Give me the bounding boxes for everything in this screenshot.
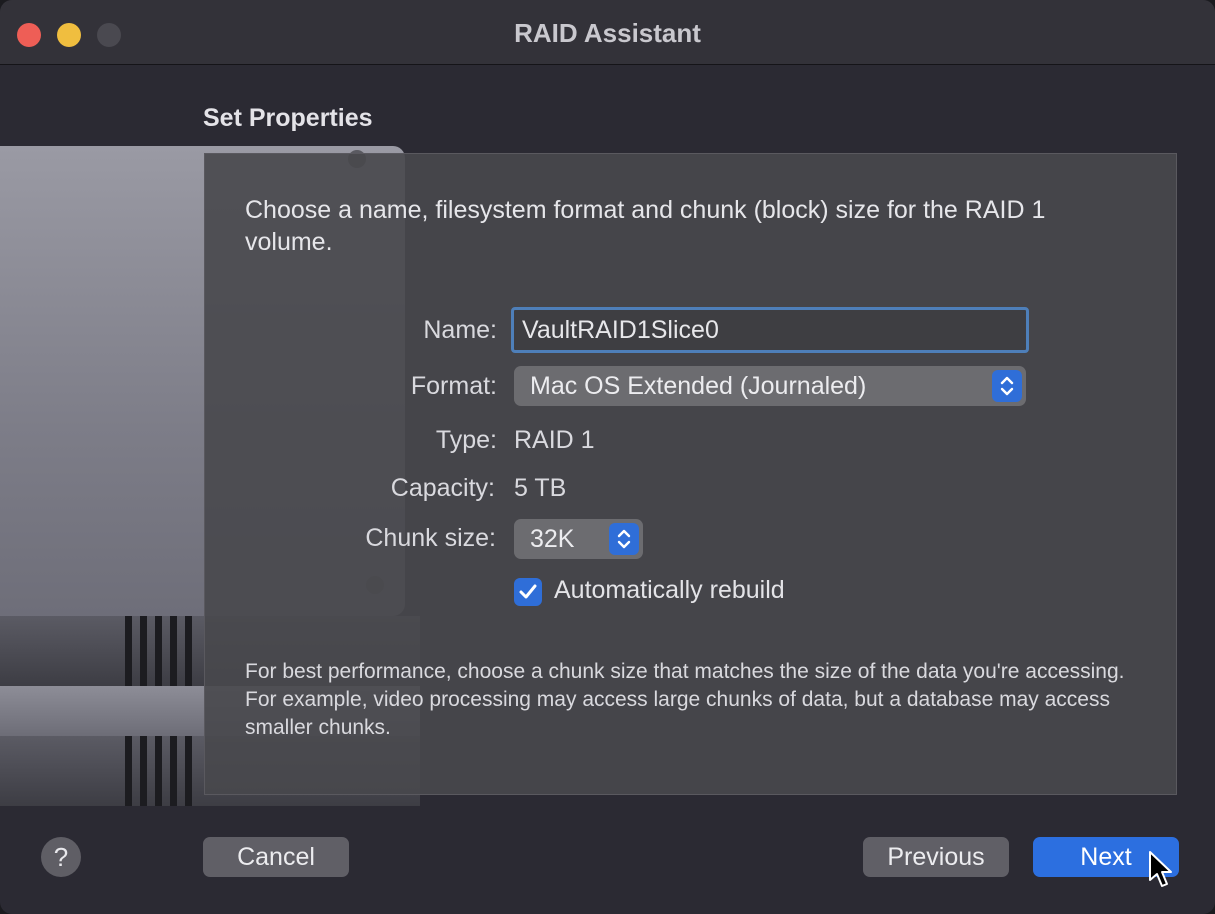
chunk-size-popup[interactable]: 32K — [514, 519, 643, 559]
chunk-size-label: Chunk size: — [365, 524, 496, 552]
checkmark-icon — [519, 584, 537, 599]
window-title: RAID Assistant — [514, 18, 701, 48]
vent-slot — [170, 736, 177, 806]
chunk-size-value: 32K — [530, 525, 575, 553]
vent-slot — [140, 616, 147, 686]
vent-slot — [125, 616, 132, 686]
chunk-size-note: For best performance, choose a chunk siz… — [245, 660, 1125, 739]
chevron-up-down-icon — [992, 370, 1022, 402]
vent-slot — [155, 736, 162, 806]
auto-rebuild-label[interactable]: Automatically rebuild — [554, 576, 785, 605]
section-title: Set Properties — [203, 104, 373, 132]
name-input[interactable] — [522, 310, 1018, 350]
format-label: Format: — [410, 372, 497, 400]
format-popup[interactable]: Mac OS Extended (Journaled) — [514, 366, 1026, 406]
capacity-value: 5 TB — [514, 474, 567, 502]
type-label: Type: — [435, 426, 497, 454]
name-label: Name: — [423, 316, 497, 344]
name-field[interactable] — [511, 307, 1029, 353]
raid-assistant-window: RAID Assistant Set Properties Choose a n… — [0, 0, 1215, 914]
cancel-button[interactable]: Cancel — [203, 837, 349, 877]
previous-button[interactable]: Previous — [863, 837, 1009, 877]
vent-slot — [140, 736, 147, 806]
mouse-pointer-icon — [1149, 851, 1172, 887]
auto-rebuild-checkbox[interactable] — [514, 578, 542, 606]
format-value: Mac OS Extended (Journaled) — [530, 372, 867, 400]
vent-slot — [155, 616, 162, 686]
vent-slot — [185, 616, 192, 686]
vent-slot — [185, 736, 192, 806]
help-button[interactable]: ? — [41, 837, 81, 877]
vent-slot — [170, 616, 177, 686]
title-bar: RAID Assistant — [0, 0, 1215, 65]
capacity-label: Capacity: — [390, 474, 495, 502]
type-value: RAID 1 — [514, 426, 595, 454]
chevron-up-down-icon — [609, 523, 639, 555]
vent-slot — [125, 736, 132, 806]
intro-text: Choose a name, filesystem format and chu… — [245, 196, 1046, 256]
